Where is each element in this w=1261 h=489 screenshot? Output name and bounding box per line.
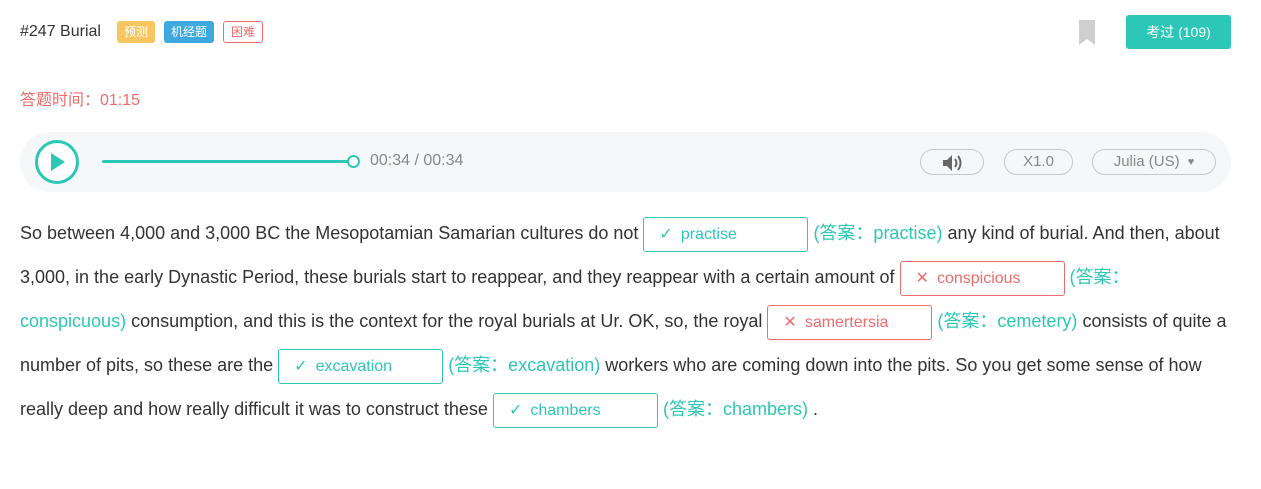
answer-blank-5[interactable]: ✓ chambers	[492, 392, 658, 428]
blank-value: samertersia	[804, 313, 889, 331]
answer-blank-1[interactable]: ✓ practise	[643, 216, 809, 252]
chevron-down-icon: ♥	[1187, 156, 1195, 168]
playback-time: 00:34 / 00:34	[370, 152, 464, 169]
cross-icon: ✕	[783, 313, 797, 331]
play-button[interactable]	[35, 140, 79, 184]
passage-text: So between 4,000 and 3,000 BC the Mesopo…	[20, 223, 639, 243]
check-icon: ✓	[508, 401, 523, 419]
cross-icon: ✕	[915, 269, 929, 287]
progress-handle[interactable]	[347, 155, 360, 168]
blank-value: conspicious	[936, 269, 1021, 287]
correct-answer: (答案：cemetery)	[937, 311, 1078, 331]
tag-real-exam: 机经题	[163, 21, 214, 43]
tag-difficulty: 困难	[222, 21, 263, 43]
correct-answer: (答案：practise)	[813, 223, 943, 243]
answer-blank-3[interactable]: ✕ samertersia	[767, 304, 933, 340]
correct-answer: (答案：chambers)	[662, 399, 808, 419]
volume-button[interactable]	[920, 149, 984, 175]
answer-blank-2[interactable]: ✕ conspicious	[899, 260, 1065, 296]
exam-count-button[interactable]: 考过 (109)	[1126, 15, 1231, 49]
check-icon: ✓	[294, 357, 308, 375]
progress-track[interactable]	[102, 160, 354, 163]
play-icon	[51, 153, 65, 171]
blank-value: practise	[680, 225, 737, 243]
answer-blank-4[interactable]: ✓ excavation	[278, 348, 444, 384]
blank-value: chambers	[530, 401, 601, 419]
question-title: #247 Burial	[20, 23, 101, 40]
volume-icon	[943, 155, 962, 171]
check-icon: ✓	[659, 225, 673, 243]
passage-text: .	[813, 399, 819, 419]
audio-player: 00:34 / 00:34 X1.0 Julia (US) ♥	[20, 132, 1231, 192]
voice-label: Julia (US)	[1113, 153, 1180, 170]
voice-select[interactable]: Julia (US) ♥	[1092, 149, 1216, 175]
correct-answer: (答案：excavation)	[448, 355, 601, 375]
blank-value: excavation	[315, 357, 393, 375]
question-header: #247 Burial 预测 机经题 困难	[20, 18, 272, 46]
tag-prediction: 预测	[116, 21, 155, 43]
answer-timer: 答题时间：01:15	[20, 92, 141, 109]
passage: So between 4,000 and 3,000 BC the Mesopo…	[20, 211, 1235, 431]
bookmark-icon[interactable]	[1079, 20, 1095, 45]
speed-button[interactable]: X1.0	[1004, 149, 1073, 175]
passage-text: consumption, and this is the context for…	[131, 311, 763, 331]
